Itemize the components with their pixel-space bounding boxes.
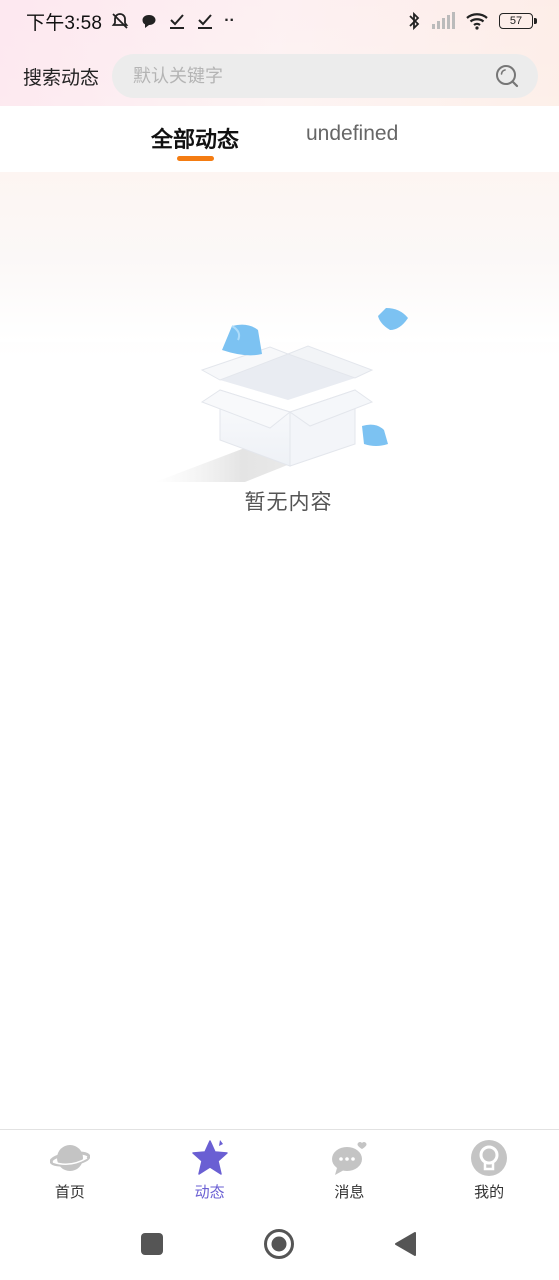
bottom-nav: 首页 动态 消息 我的	[0, 1129, 559, 1205]
search-row: 搜索动态	[0, 54, 559, 98]
check-download-icon	[170, 14, 185, 29]
signal-icon	[432, 12, 455, 29]
active-tab-indicator	[177, 156, 214, 161]
nav-item-profile[interactable]: 我的	[419, 1130, 559, 1205]
tab-all-posts[interactable]: 全部动态	[151, 122, 239, 154]
nav-item-home[interactable]: 首页	[0, 1130, 140, 1205]
status-time: 下午3:58	[26, 12, 103, 34]
profile-icon	[471, 1140, 508, 1176]
battery-level: 57	[509, 15, 523, 27]
recents-square-icon[interactable]	[140, 1232, 164, 1256]
bluetooth-icon	[409, 11, 420, 31]
tab-undefined[interactable]: undefined	[306, 122, 398, 146]
notification-icons: ··	[110, 11, 235, 31]
search-label: 搜索动态	[23, 67, 100, 89]
search-box[interactable]	[112, 54, 538, 98]
system-nav-bar	[0, 1205, 559, 1280]
home-circle-icon[interactable]	[263, 1228, 295, 1260]
status-bar: 下午3:58 ·· 57	[0, 0, 559, 42]
empty-box-illustration	[155, 308, 408, 482]
chat-notification-icon	[142, 15, 156, 28]
empty-state: 暂无内容	[150, 300, 420, 530]
search-icon[interactable]	[494, 63, 520, 89]
search-input[interactable]	[133, 65, 494, 87]
nav-label-messages: 消息	[334, 1184, 365, 1201]
nav-label-feed: 动态	[194, 1184, 225, 1201]
nav-item-messages[interactable]: 消息	[280, 1130, 420, 1205]
check-download-icon	[198, 14, 213, 29]
empty-state-text: 暂无内容	[244, 491, 333, 514]
more-notifications-icon: ··	[224, 12, 235, 29]
star-icon	[191, 1140, 228, 1175]
nav-item-feed[interactable]: 动态	[140, 1130, 280, 1205]
planet-icon	[49, 1145, 90, 1171]
back-triangle-icon[interactable]	[394, 1231, 418, 1257]
wifi-icon	[466, 13, 488, 30]
tab-bar: 全部动态 undefined	[0, 106, 559, 172]
nav-label-profile: 我的	[474, 1184, 505, 1201]
nav-label-home: 首页	[54, 1184, 85, 1201]
system-status-icons: 57	[407, 11, 537, 31]
chat-bubble-icon	[332, 1142, 367, 1175]
battery-indicator: 57	[499, 13, 537, 29]
bell-muted-icon	[111, 13, 129, 29]
